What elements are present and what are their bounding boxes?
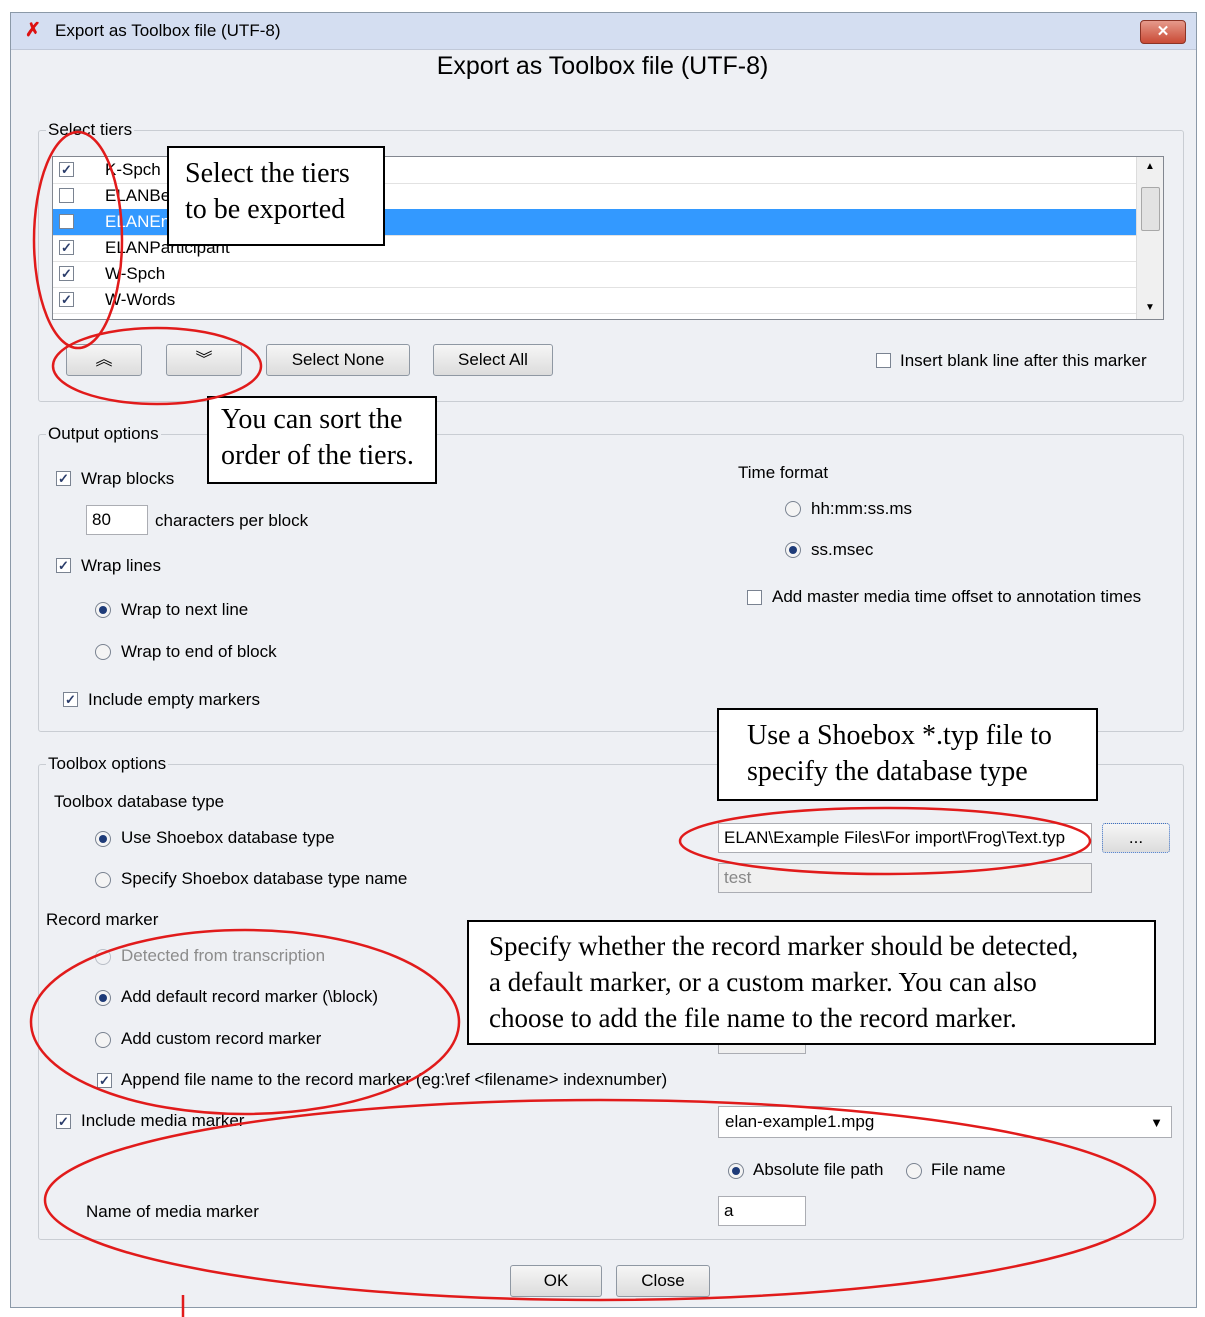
- insert-blank-label: Insert blank line after this marker: [900, 351, 1147, 370]
- chevron-down-icon: ︾: [195, 350, 213, 369]
- tier-row[interactable]: ✓ W-Spch: [53, 261, 1137, 288]
- insert-blank-checkbox[interactable]: [876, 353, 891, 368]
- add-default-label: Add default record marker (\block): [121, 987, 378, 1006]
- wrap-next-line-label: Wrap to next line: [121, 600, 249, 619]
- toolbox-options-label: Toolbox options: [46, 754, 169, 774]
- scroll-thumb[interactable]: [1141, 187, 1160, 231]
- chars-per-block-label: characters per block: [155, 511, 309, 530]
- tier-name: W-Spch: [105, 264, 166, 283]
- callout-typ-file: Use a Shoebox *.typ file to specify the …: [717, 708, 1098, 801]
- callout-line: Use a Shoebox *.typ file to: [747, 720, 1052, 751]
- select-none-button[interactable]: Select None: [266, 344, 410, 376]
- detected-radio[interactable]: [95, 949, 111, 965]
- tier-name: W-Words: [105, 290, 176, 309]
- file-name-label: File name: [931, 1160, 1006, 1179]
- output-options-label: Output options: [46, 424, 161, 444]
- use-shoebox-radio[interactable]: [95, 831, 111, 847]
- scroll-down-icon[interactable]: ▼: [1145, 302, 1155, 313]
- absolute-path-label: Absolute file path: [753, 1160, 884, 1179]
- append-file-label: Append file name to the record marker (e…: [121, 1070, 668, 1089]
- wrap-end-block-radio[interactable]: [95, 644, 111, 660]
- specify-name-label: Specify Shoebox database type name: [121, 869, 408, 888]
- window-close-button[interactable]: ✕: [1140, 20, 1186, 44]
- callout-line: Select the tiers: [185, 158, 350, 189]
- include-media-checkbox[interactable]: ✓: [56, 1114, 71, 1129]
- chevron-down-icon: ▼: [1150, 1115, 1163, 1130]
- callout-select-tiers: Select the tiers to be exported: [167, 146, 385, 246]
- specify-name-radio[interactable]: [95, 872, 111, 888]
- callout-line: specify the database type: [747, 756, 1028, 787]
- tier-checkbox[interactable]: ✓: [59, 240, 74, 255]
- tier-checkbox[interactable]: ✓: [59, 266, 74, 281]
- elan-app-icon: ✗: [25, 20, 41, 41]
- dialog-title: Export as Toolbox file (UTF-8): [436, 52, 769, 80]
- add-offset-checkbox[interactable]: [747, 590, 762, 605]
- time-format-label: Time format: [738, 463, 829, 482]
- scroll-up-icon[interactable]: ▲: [1145, 161, 1155, 172]
- move-down-button[interactable]: ︾: [166, 344, 242, 376]
- callout-line: order of the tiers.: [221, 440, 414, 471]
- add-offset-label: Add master media time offset to annotati…: [772, 587, 1142, 606]
- callout-sort-tiers: You can sort the order of the tiers.: [207, 396, 437, 484]
- tier-row[interactable]: ✓ W-Words: [53, 287, 1137, 314]
- ok-button[interactable]: OK: [510, 1265, 602, 1297]
- media-marker-label: Name of media marker: [86, 1202, 259, 1221]
- browse-typ-button[interactable]: ...: [1102, 823, 1170, 853]
- add-custom-label: Add custom record marker: [121, 1029, 322, 1048]
- tier-name: K-Spch: [105, 160, 161, 179]
- wrap-blocks-label: Wrap blocks: [81, 469, 175, 488]
- title-bar: ✗ Export as Toolbox file (UTF-8) ✕: [11, 13, 1196, 50]
- time-ss-radio[interactable]: [785, 542, 801, 558]
- time-ss-label: ss.msec: [811, 540, 874, 559]
- tier-list-scrollbar[interactable]: ▲ ▼: [1136, 157, 1163, 319]
- time-hms-radio[interactable]: [785, 501, 801, 517]
- db-type-name-input[interactable]: test: [718, 863, 1092, 893]
- callout-line: choose to add the file name to the recor…: [489, 1003, 1017, 1033]
- file-name-radio[interactable]: [906, 1163, 922, 1179]
- select-all-button[interactable]: Select All: [433, 344, 553, 376]
- callout-line: You can sort the: [221, 404, 403, 435]
- close-button[interactable]: Close: [616, 1265, 710, 1297]
- move-up-button[interactable]: ︽: [66, 344, 142, 376]
- add-custom-radio[interactable]: [95, 1032, 111, 1048]
- wrap-lines-checkbox[interactable]: ✓: [56, 558, 71, 573]
- tier-checkbox[interactable]: [59, 188, 74, 203]
- wrap-end-block-label: Wrap to end of block: [121, 642, 277, 661]
- media-file-select[interactable]: elan-example1.mpg ▼: [718, 1106, 1172, 1138]
- tier-name: ELANBe: [105, 186, 171, 205]
- window-title: Export as Toolbox file (UTF-8): [55, 21, 281, 40]
- wrap-next-line-radio[interactable]: [95, 602, 111, 618]
- callout-line: a default marker, or a custom marker. Yo…: [489, 967, 1037, 997]
- callout-line: Specify whether the record marker should…: [489, 931, 1079, 961]
- tier-checkbox[interactable]: ✓: [59, 292, 74, 307]
- record-marker-label: Record marker: [46, 910, 159, 929]
- media-marker-input[interactable]: a: [718, 1196, 806, 1226]
- detected-label: Detected from transcription: [121, 946, 326, 965]
- tier-checkbox[interactable]: [59, 214, 74, 229]
- media-file-value: elan-example1.mpg: [725, 1112, 875, 1131]
- chars-per-block-input[interactable]: 80: [86, 505, 148, 535]
- use-shoebox-label: Use Shoebox database type: [121, 828, 335, 847]
- wrap-lines-label: Wrap lines: [81, 556, 161, 575]
- wrap-blocks-checkbox[interactable]: ✓: [56, 471, 71, 486]
- append-file-checkbox[interactable]: ✓: [97, 1073, 112, 1088]
- include-empty-label: Include empty markers: [88, 690, 260, 709]
- time-hms-label: hh:mm:ss.ms: [811, 499, 913, 518]
- callout-line: to be exported: [185, 194, 346, 225]
- select-tiers-label: Select tiers: [46, 120, 135, 140]
- include-empty-checkbox[interactable]: ✓: [63, 692, 78, 707]
- include-media-label: Include media marker: [81, 1111, 245, 1130]
- tier-checkbox[interactable]: ✓: [59, 162, 74, 177]
- typ-file-input[interactable]: ELAN\Example Files\For import\Frog\Text.…: [718, 823, 1092, 853]
- tier-name: ELANEn: [105, 212, 171, 231]
- add-default-radio[interactable]: [95, 990, 111, 1006]
- chevron-up-icon: ︽: [95, 350, 113, 369]
- callout-record-marker: Specify whether the record marker should…: [467, 920, 1156, 1045]
- db-type-label: Toolbox database type: [54, 792, 225, 811]
- absolute-path-radio[interactable]: [728, 1163, 744, 1179]
